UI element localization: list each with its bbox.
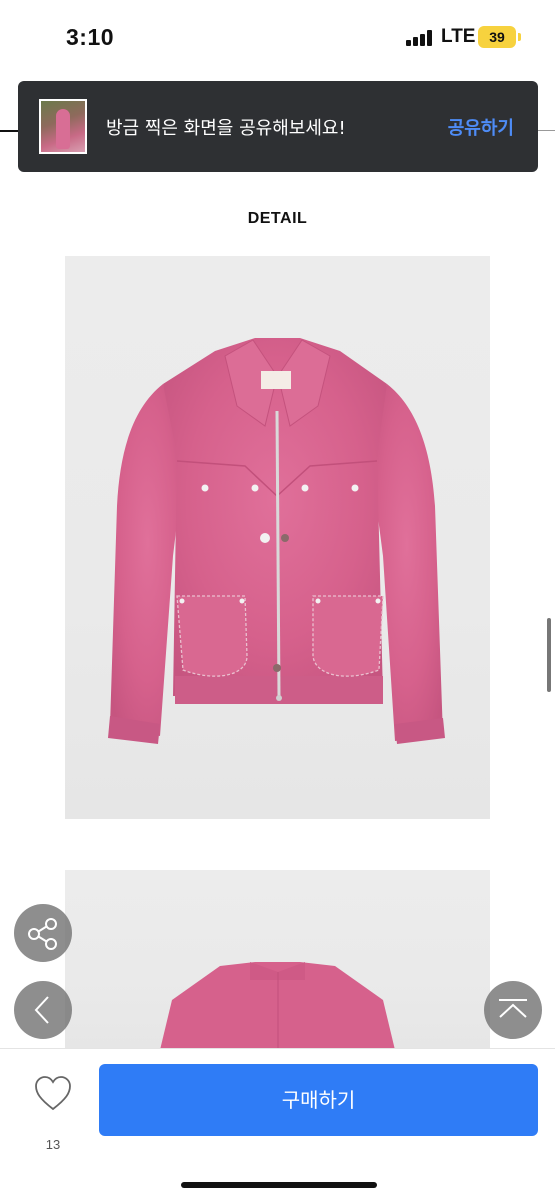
jacket-front-illustration [108, 338, 445, 744]
product-image [65, 256, 490, 819]
chevron-left-icon [34, 996, 49, 1024]
share-icon [28, 918, 57, 950]
status-bar: 3:10 LTE 39 [0, 0, 555, 70]
share-toast: 방금 찍은 화면을 공유해보세요! 공유하기 [18, 81, 538, 172]
product-detail-screen: 3:10 LTE 39 방금 찍은 화면을 공유해보세요! 공유하기 DETAI… [0, 0, 555, 1200]
jacket-back-illustration [160, 962, 395, 1050]
heart-icon [35, 1076, 71, 1111]
like-count: 13 [45, 1137, 61, 1152]
section-title: DETAIL [247, 210, 308, 227]
buy-button[interactable]: 구매하기 [99, 1064, 538, 1136]
back-button[interactable] [14, 981, 72, 1039]
scroll-to-top-button[interactable] [484, 981, 542, 1039]
status-time: 3:10 [66, 24, 115, 50]
cellular-signal-icon [406, 30, 434, 46]
product-image [65, 870, 490, 1050]
network-type: LTE [441, 26, 476, 47]
share-button[interactable] [14, 904, 72, 962]
scrollbar[interactable] [547, 618, 551, 692]
battery-level: 39 [478, 26, 516, 48]
scroll-top-icon [499, 999, 527, 1018]
share-action-button[interactable]: 공유하기 [448, 114, 514, 140]
bottom-action-bar: 13 구매하기 [0, 1048, 555, 1200]
screenshot-thumbnail[interactable] [39, 99, 87, 154]
like-button[interactable]: 13 [30, 1073, 76, 1152]
header-divider [538, 130, 555, 131]
home-indicator[interactable] [181, 1182, 377, 1188]
battery-icon [518, 33, 521, 41]
toast-message: 방금 찍은 화면을 공유해보세요! [106, 118, 346, 139]
header-divider [0, 130, 20, 132]
